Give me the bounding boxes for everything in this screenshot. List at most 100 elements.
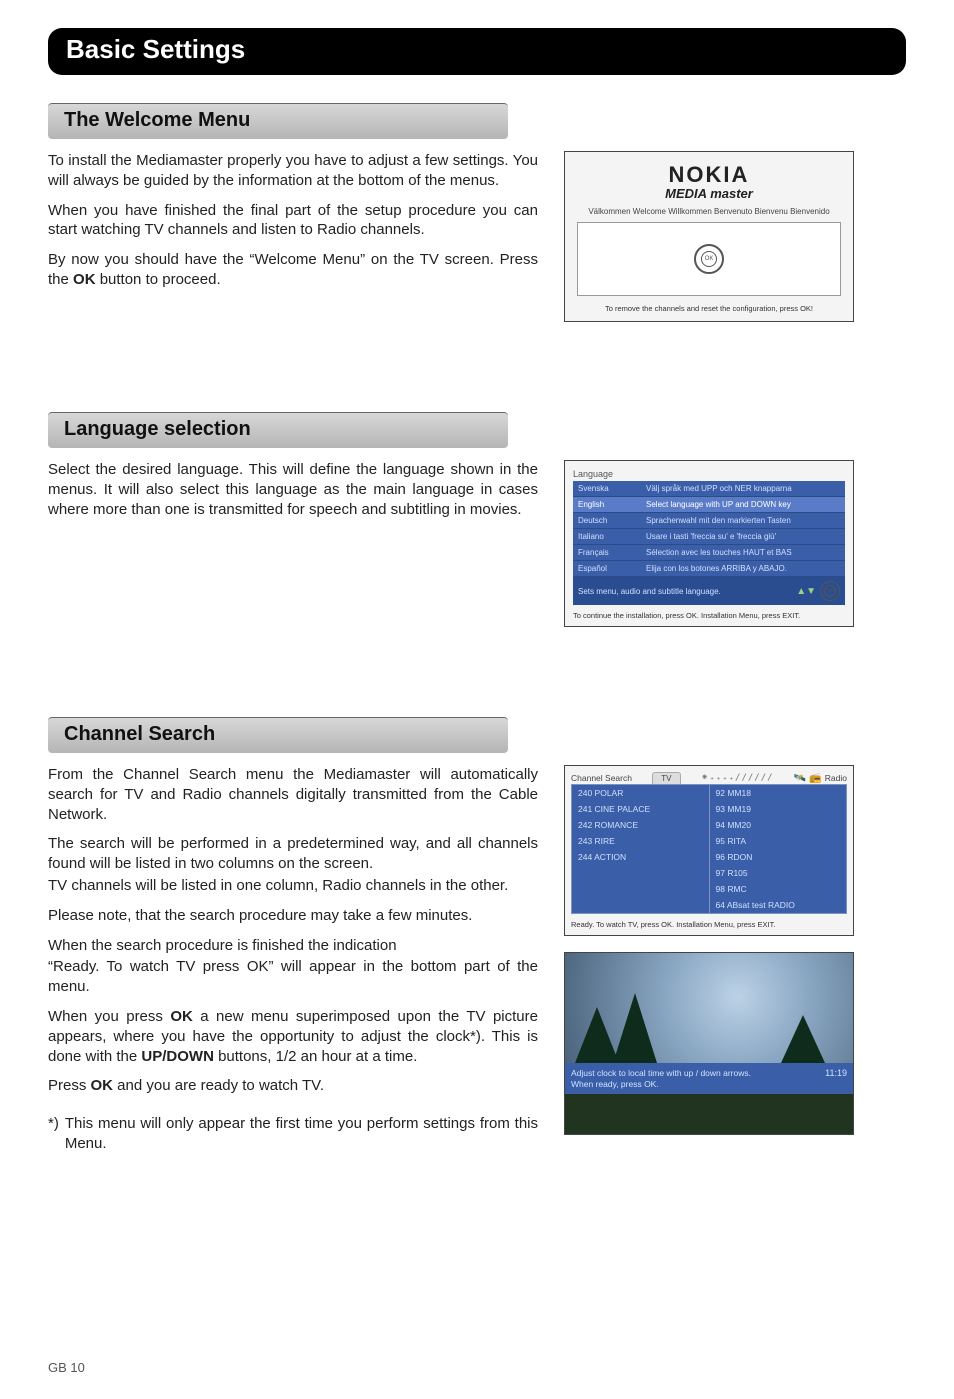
tv-channel-column: 240 POLAR241 CINE PALACE242 ROMANCE243 R… (572, 785, 709, 913)
language-hint: Select language with UP and DOWN key (641, 497, 845, 513)
language-body: Select the desired language. This will d… (48, 460, 538, 529)
radio-icon: 📻 (809, 773, 821, 784)
welcome-p2: When you have finished the final part of… (48, 201, 538, 241)
list-item: 243 RIRE (572, 833, 709, 849)
screenshot-clock-adjust: Adjust clock to local time with up / dow… (564, 952, 854, 1135)
welcome-greeting: Välkommen Welcome Willkommen Benvenuto B… (573, 207, 845, 216)
clock-msg-1: Adjust clock to local time with up / dow… (571, 1068, 751, 1078)
list-item: 97 R105 (710, 865, 847, 881)
list-item: 240 POLAR (572, 785, 709, 801)
search-p7c: buttons, 1/2 an hour at a time. (214, 1048, 417, 1065)
satellite-icon: 🛰️ (794, 773, 806, 784)
language-row: EnglishSelect language with UP and DOWN … (573, 497, 845, 513)
language-p1: Select the desired language. This will d… (48, 460, 538, 519)
language-row: FrançaisSélection avec les touches HAUT … (573, 545, 845, 561)
nokia-logo: NOKIA (573, 162, 845, 188)
footnote-marker: *) (48, 1114, 59, 1154)
language-hint-bar: Sets menu, audio and subtitle language. … (573, 577, 845, 605)
search-p7-ok: OK (170, 1008, 193, 1025)
search-shot-title: Channel Search (571, 773, 632, 783)
page-header: Basic Settings (48, 28, 906, 75)
language-hint: Elija con los botones ARRIBA y ABAJO. (641, 561, 845, 577)
ok-icon: OK (701, 251, 717, 267)
clock-scene-bottom (565, 1094, 853, 1134)
screenshot-welcome: NOKIA MEDIA master Välkommen Welcome Wil… (564, 151, 854, 322)
page-title: Basic Settings (66, 34, 888, 65)
radio-channel-column: 92 MM1893 MM1994 MM2095 RITA96 RDON97 R1… (709, 785, 847, 913)
list-item: 93 MM19 (710, 801, 847, 817)
clock-msg-2: When ready, press OK. (571, 1079, 659, 1089)
search-progress-icon: ⁕₊₊₊₊////// (701, 773, 774, 783)
welcome-p3-ok: OK (73, 271, 96, 288)
tree-icon (613, 993, 657, 1063)
search-p2: The search will be performed in a predet… (48, 834, 538, 874)
language-hint: Sprachenwahl mit den markierten Tasten (641, 513, 845, 529)
language-row: ItalianoUsare i tasti 'freccia su' e 'fr… (573, 529, 845, 545)
navpad-icon: OK (694, 244, 724, 274)
clock-time: 11:19 (825, 1068, 847, 1078)
section-heading-welcome: The Welcome Menu (48, 103, 508, 139)
search-p4: Please note, that the search procedure m… (48, 906, 538, 926)
list-item: 96 RDON (710, 849, 847, 865)
clock-adjust-message: Adjust clock to local time with up / dow… (571, 1068, 771, 1089)
language-name: Svenska (573, 481, 641, 497)
list-item: 94 MM20 (710, 817, 847, 833)
ok-icon: OK (824, 585, 836, 597)
tv-tab: TV (652, 772, 680, 784)
welcome-p3b: button to proceed. (96, 271, 221, 288)
navpad-icon: OK (820, 581, 840, 601)
language-name: Español (573, 561, 641, 577)
welcome-heading: The Welcome Menu (64, 109, 492, 132)
list-item: 98 RMC (710, 881, 847, 897)
search-footnote: *) This menu will only appear the first … (48, 1114, 538, 1154)
language-heading: Language selection (64, 418, 492, 441)
language-row: EspañolElija con los botones ARRIBA y AB… (573, 561, 845, 577)
list-item: 241 CINE PALACE (572, 801, 709, 817)
language-name: Deutsch (573, 513, 641, 529)
welcome-shot-footer: To remove the channels and reset the con… (573, 304, 845, 313)
list-item: 244 ACTION (572, 849, 709, 865)
list-item: 95 RITA (710, 833, 847, 849)
search-p8: Press OK and you are ready to watch TV. (48, 1076, 538, 1096)
radio-label: Radio (825, 773, 847, 783)
language-name: English (573, 497, 641, 513)
search-shot-footer: Ready. To watch TV, press OK. Installati… (571, 920, 847, 929)
search-p5: When the search procedure is finished th… (48, 936, 538, 956)
list-item: 92 MM18 (710, 785, 847, 801)
language-hint: Sélection avec les touches HAUT et BAS (641, 545, 845, 561)
clock-scene-top (565, 953, 853, 1063)
search-body: From the Channel Search menu the Mediama… (48, 765, 538, 1154)
page-number: GB 10 (48, 1360, 85, 1375)
language-shot-title: Language (573, 469, 845, 479)
welcome-p1: To install the Mediamaster properly you … (48, 151, 538, 191)
screenshot-channel-search: Channel Search TV ⁕₊₊₊₊////// 🛰️ 📻 Radio… (564, 765, 854, 936)
tree-icon (781, 1015, 825, 1063)
language-name: Italiano (573, 529, 641, 545)
search-p6: “Ready. To watch TV press OK” will appea… (48, 957, 538, 997)
language-row: DeutschSprachenwahl mit den markierten T… (573, 513, 845, 529)
search-p7a: When you press (48, 1008, 170, 1025)
welcome-mid-panel: OK (577, 222, 841, 296)
media-master-logo: MEDIA master (573, 186, 845, 201)
search-p7-updown: UP/DOWN (141, 1048, 214, 1065)
search-p1: From the Channel Search menu the Mediama… (48, 765, 538, 824)
search-p3: TV channels will be listed in one column… (48, 876, 538, 896)
search-p7: When you press OK a new menu superimpose… (48, 1007, 538, 1066)
language-shot-footer: To continue the installation, press OK. … (573, 611, 845, 620)
search-p8b: and you are ready to watch TV. (113, 1077, 324, 1094)
language-hint: Usare i tasti 'freccia su' e 'freccia gi… (641, 529, 845, 545)
search-p8-ok: OK (91, 1077, 114, 1094)
search-heading: Channel Search (64, 723, 492, 746)
welcome-p3: By now you should have the “Welcome Menu… (48, 250, 538, 290)
list-item: 242 ROMANCE (572, 817, 709, 833)
section-heading-search: Channel Search (48, 717, 508, 753)
welcome-body: To install the Mediamaster properly you … (48, 151, 538, 300)
list-item: 64 ABsat test RADIO (710, 897, 847, 913)
search-p8a: Press (48, 1077, 91, 1094)
language-list: SvenskaVälj språk med UPP och NER knappa… (573, 481, 845, 577)
footnote-text: This menu will only appear the first tim… (65, 1114, 538, 1154)
arrow-up-down-icon: ▲▼ (796, 586, 816, 597)
language-hint: Välj språk med UPP och NER knapparna (641, 481, 845, 497)
section-heading-language: Language selection (48, 412, 508, 448)
language-hint-text: Sets menu, audio and subtitle language. (578, 587, 721, 596)
